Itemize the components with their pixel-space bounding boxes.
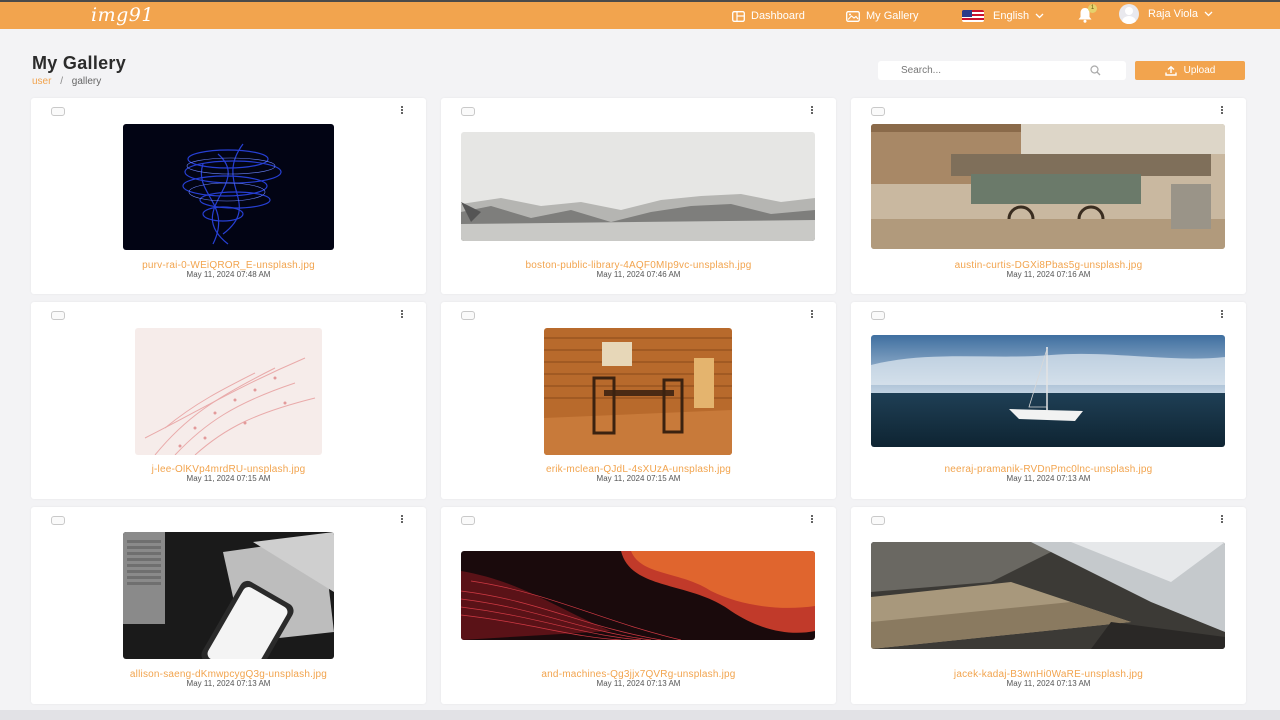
- search-icon[interactable]: [1090, 65, 1101, 76]
- image-thumbnail[interactable]: [871, 542, 1225, 649]
- app-logo[interactable]: img91: [91, 4, 154, 26]
- nav-my-gallery-label: My Gallery: [866, 10, 919, 22]
- gallery-card[interactable]: and-machines-Qg3jjx7QVRg-unsplash.jpg Ma…: [441, 507, 836, 704]
- upload-date: May 11, 2024 07:16 AM: [1006, 270, 1091, 279]
- top-navbar: img91 Dashboard My Gallery English 1 Raj…: [0, 0, 1280, 29]
- more-options-icon[interactable]: [399, 106, 405, 116]
- more-options-icon[interactable]: [399, 310, 405, 320]
- image-thumbnail[interactable]: [123, 532, 334, 659]
- notifications-button[interactable]: 1: [1077, 4, 1097, 23]
- nav-dashboard-label: Dashboard: [751, 10, 805, 22]
- more-options-icon[interactable]: [809, 106, 815, 116]
- select-checkbox[interactable]: [461, 516, 475, 525]
- gallery-card[interactable]: erik-mclean-QJdL-4sXUzA-unsplash.jpg May…: [441, 302, 836, 499]
- gallery-card[interactable]: austin-curtis-DGXi8Pbas5g-unsplash.jpg M…: [851, 98, 1246, 294]
- upload-date: May 11, 2024 07:15 AM: [596, 474, 681, 483]
- upload-label: Upload: [1183, 65, 1216, 76]
- select-checkbox[interactable]: [51, 311, 65, 320]
- more-options-icon[interactable]: [809, 310, 815, 320]
- upload-date: May 11, 2024 07:13 AM: [1006, 679, 1091, 688]
- notification-badge: 1: [1088, 4, 1097, 13]
- select-checkbox[interactable]: [871, 311, 885, 320]
- upload-date: May 11, 2024 07:13 AM: [186, 679, 271, 688]
- gallery-card[interactable]: purv-rai-0-WEiQROR_E-unsplash.jpg May 11…: [31, 98, 426, 294]
- nav-my-gallery[interactable]: My Gallery: [846, 8, 919, 24]
- select-checkbox[interactable]: [461, 311, 475, 320]
- gallery-card[interactable]: j-lee-OlKVp4mrdRU-unsplash.jpg May 11, 2…: [31, 302, 426, 499]
- select-checkbox[interactable]: [461, 107, 475, 116]
- gallery-card[interactable]: jacek-kadaj-B3wnHi0WaRE-unsplash.jpg May…: [851, 507, 1246, 704]
- upload-date: May 11, 2024 07:15 AM: [186, 474, 271, 483]
- upload-date: May 11, 2024 07:13 AM: [596, 679, 681, 688]
- image-thumbnail[interactable]: [461, 132, 815, 241]
- language-selector[interactable]: English: [962, 8, 1050, 24]
- image-thumbnail[interactable]: [871, 335, 1225, 447]
- more-options-icon[interactable]: [809, 515, 815, 525]
- more-options-icon[interactable]: [1219, 310, 1225, 320]
- upload-button[interactable]: Upload: [1135, 61, 1245, 80]
- page-footer-edge: [0, 710, 1280, 720]
- image-thumbnail[interactable]: [871, 124, 1225, 249]
- upload-date: May 11, 2024 07:48 AM: [186, 270, 271, 279]
- upload-icon: [1164, 65, 1177, 76]
- image-thumbnail[interactable]: [461, 551, 815, 640]
- language-label: English: [993, 10, 1030, 22]
- upload-date: May 11, 2024 07:46 AM: [596, 270, 681, 279]
- chevron-down-icon: [1035, 13, 1044, 19]
- chevron-down-icon: [1204, 11, 1213, 17]
- more-options-icon[interactable]: [1219, 515, 1225, 525]
- gallery-card[interactable]: boston-public-library-4AQF0MIp9vc-unspla…: [441, 98, 836, 294]
- page-title: My Gallery: [32, 53, 127, 73]
- dashboard-icon: [732, 10, 745, 22]
- breadcrumb-user-link[interactable]: user: [32, 76, 51, 87]
- image-thumbnail[interactable]: [544, 328, 732, 455]
- gallery-icon: [846, 10, 860, 22]
- user-menu[interactable]: Raja Viola: [1119, 4, 1219, 24]
- avatar: [1119, 4, 1139, 24]
- select-checkbox[interactable]: [51, 107, 65, 116]
- image-thumbnail[interactable]: [123, 124, 334, 250]
- select-checkbox[interactable]: [871, 516, 885, 525]
- image-thumbnail[interactable]: [135, 328, 322, 455]
- more-options-icon[interactable]: [399, 515, 405, 525]
- breadcrumb-current: gallery: [71, 76, 102, 87]
- user-name: Raja Viola: [1148, 8, 1198, 20]
- upload-date: May 11, 2024 07:13 AM: [1006, 474, 1091, 483]
- select-checkbox[interactable]: [51, 516, 65, 525]
- us-flag-icon: [962, 10, 984, 22]
- search-input[interactable]: [878, 61, 1126, 80]
- more-options-icon[interactable]: [1219, 106, 1225, 116]
- nav-dashboard[interactable]: Dashboard: [732, 8, 805, 24]
- search-box: [878, 61, 1126, 80]
- gallery-card[interactable]: neeraj-pramanik-RVDnPmc0lnc-unsplash.jpg…: [851, 302, 1246, 499]
- select-checkbox[interactable]: [871, 107, 885, 116]
- gallery-card[interactable]: allison-saeng-dKmwpcygQ3g-unsplash.jpg M…: [31, 507, 426, 704]
- breadcrumb-separator: /: [60, 76, 64, 87]
- breadcrumb: user / gallery: [32, 76, 101, 87]
